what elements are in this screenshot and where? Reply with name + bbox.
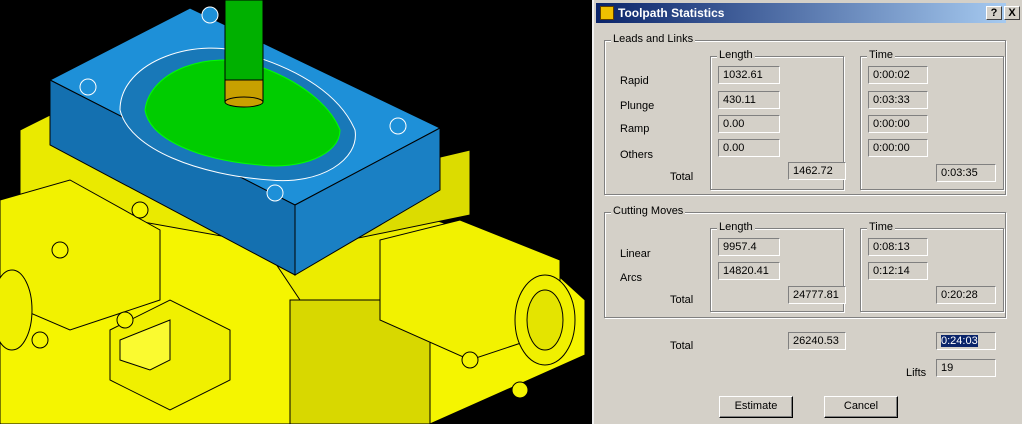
- app-icon: [600, 6, 614, 20]
- leads-group-label: Leads and Links: [611, 33, 696, 45]
- cad-3d-viewport[interactable]: [0, 0, 592, 424]
- cutting-total-length-field[interactable]: 24777.81: [788, 286, 846, 304]
- linear-label: Linear: [620, 248, 651, 260]
- ramp-label: Ramp: [620, 123, 650, 135]
- leads-time-header: Time: [867, 49, 896, 61]
- cutting-length-header: Length: [717, 221, 755, 233]
- grand-total-length-field[interactable]: 26240.53: [788, 332, 846, 350]
- estimate-button[interactable]: Estimate: [719, 396, 793, 418]
- grand-total-label: Total: [670, 340, 694, 352]
- plunge-time-field[interactable]: 0:03:33: [868, 91, 928, 109]
- ramp-length-field[interactable]: 0.00: [718, 115, 780, 133]
- arcs-length-field[interactable]: 14820.41: [718, 262, 780, 280]
- rapid-label: Rapid: [620, 75, 649, 87]
- close-button[interactable]: X: [1004, 6, 1020, 20]
- cutting-group-label: Cutting Moves: [611, 205, 686, 217]
- cutting-total-time-field[interactable]: 0:20:28: [936, 286, 996, 304]
- dialog-title-bar[interactable]: Toolpath Statistics ? X: [596, 3, 1020, 23]
- dialog-title: Toolpath Statistics: [618, 6, 725, 20]
- leads-length-header: Length: [717, 49, 755, 61]
- ramp-time-field[interactable]: 0:00:00: [868, 115, 928, 133]
- grand-total-time-text: 0:24:03: [941, 335, 978, 347]
- arcs-time-field[interactable]: 0:12:14: [868, 262, 928, 280]
- plunge-label: Plunge: [620, 100, 655, 112]
- others-length-field[interactable]: 0.00: [718, 139, 780, 157]
- linear-length-field[interactable]: 9957.4: [718, 238, 780, 256]
- leads-total-time-field[interactable]: 0:03:35: [936, 164, 996, 182]
- others-time-field[interactable]: 0:00:00: [868, 139, 928, 157]
- others-label: Others: [620, 149, 654, 161]
- linear-time-field[interactable]: 0:08:13: [868, 238, 928, 256]
- grand-total-time-field[interactable]: 0:24:03: [936, 332, 996, 350]
- leads-total-label: Total: [670, 171, 694, 183]
- cutting-total-label: Total: [670, 294, 694, 306]
- cutting-time-header: Time: [867, 221, 896, 233]
- help-button[interactable]: ?: [986, 6, 1002, 20]
- lifts-field[interactable]: 19: [936, 359, 996, 377]
- arcs-label: Arcs: [620, 272, 642, 284]
- machine-fixture-render: [0, 0, 586, 424]
- plunge-length-field[interactable]: 430.11: [718, 91, 780, 109]
- leads-total-length-field[interactable]: 1462.72: [788, 162, 846, 180]
- cancel-button[interactable]: Cancel: [824, 396, 898, 418]
- lifts-label: Lifts: [906, 367, 927, 379]
- cutting-tool: [224, 0, 264, 108]
- toolpath-statistics-dialog: Toolpath Statistics ? X Leads and Links …: [592, 0, 1022, 424]
- rapid-time-field[interactable]: 0:00:02: [868, 66, 928, 84]
- rapid-length-field[interactable]: 1032.61: [718, 66, 780, 84]
